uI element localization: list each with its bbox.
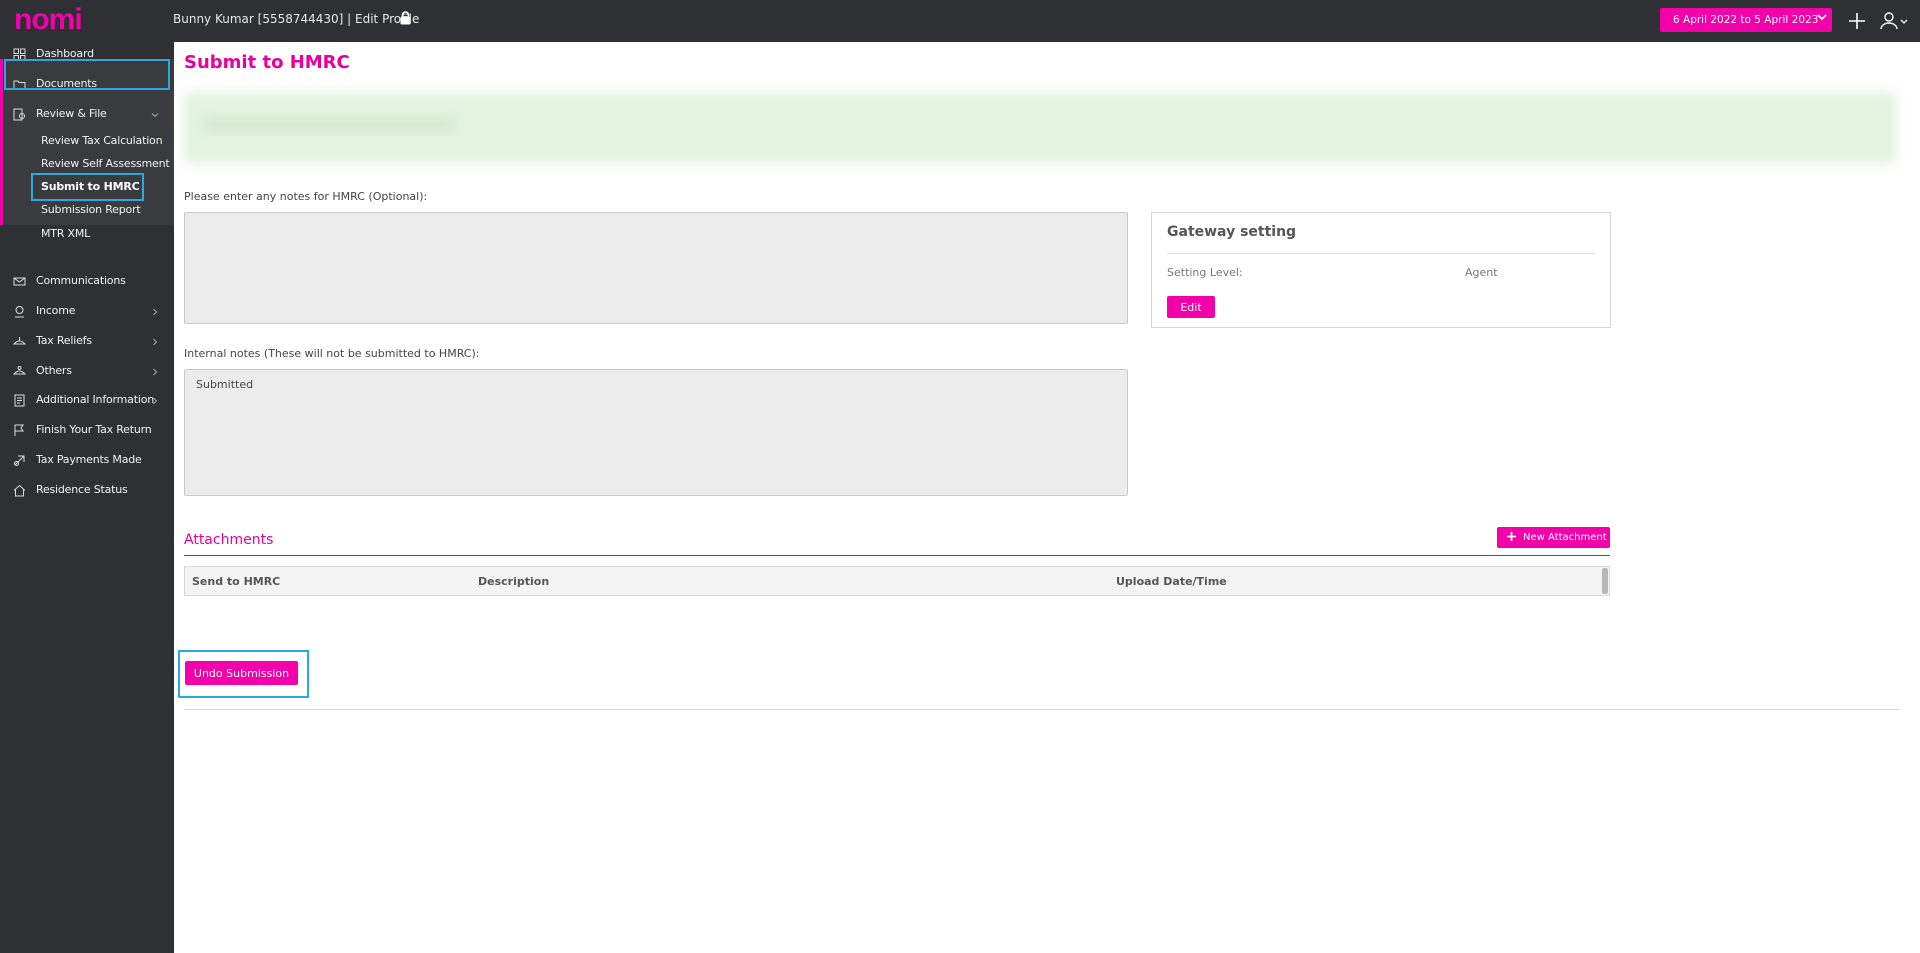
attachments-title: Attachments bbox=[184, 532, 274, 548]
sidebar-item-tax-reliefs[interactable]: Tax Reliefs bbox=[0, 329, 174, 355]
column-header-send-to-hmrc[interactable]: Send to HMRC bbox=[192, 575, 280, 588]
sidebar-item-label: Residence Status bbox=[36, 483, 128, 496]
nomi-logo[interactable]: nomi bbox=[14, 3, 83, 37]
attachments-table-header: Send to HMRC Description Upload Date/Tim… bbox=[184, 566, 1610, 596]
sidebar-item-label: Finish Your Tax Return bbox=[36, 423, 152, 436]
others-icon bbox=[13, 366, 26, 375]
review-icon bbox=[13, 108, 25, 121]
gateway-edit-button[interactable]: Edit bbox=[1167, 296, 1215, 318]
sidebar-item-others[interactable]: Others bbox=[0, 359, 174, 385]
sidebar-item-income[interactable]: Income bbox=[0, 299, 174, 325]
sidebar-item-tax-payments-made[interactable]: Tax Payments Made bbox=[0, 448, 174, 474]
user-menu-icon[interactable] bbox=[1880, 12, 1910, 30]
chevron-down-icon bbox=[1817, 14, 1827, 21]
sidebar-item-additional-information[interactable]: Additional Information bbox=[0, 388, 174, 414]
sidebar-item-residence-status[interactable]: Residence Status bbox=[0, 478, 174, 504]
sidebar-sub-item-review-self-assessment[interactable]: Review Self Assessment bbox=[41, 157, 170, 170]
internal-notes-label: Internal notes (These will not be submit… bbox=[184, 347, 480, 360]
sidebar-item-communications[interactable]: Communications bbox=[0, 269, 174, 295]
column-header-description[interactable]: Description bbox=[478, 575, 549, 588]
flag-icon bbox=[14, 424, 24, 436]
divider bbox=[1167, 253, 1595, 254]
sidebar-item-review-file[interactable]: Review & File bbox=[0, 102, 174, 128]
page-title: Submit to HMRC bbox=[184, 52, 350, 73]
lock-icon bbox=[400, 11, 411, 25]
hmrc-notes-field[interactable] bbox=[184, 212, 1128, 324]
chevron-right-icon bbox=[153, 338, 158, 346]
communications-icon bbox=[13, 277, 26, 286]
payments-icon bbox=[14, 455, 25, 466]
home-icon bbox=[13, 484, 26, 497]
chevron-right-icon bbox=[153, 368, 158, 376]
internal-notes-field[interactable]: Submitted bbox=[184, 369, 1128, 496]
tax-year-select[interactable]: 6 April 2022 to 5 April 2023 bbox=[1660, 8, 1832, 32]
gateway-setting-panel: Gateway setting Setting Level: Agent Edi… bbox=[1151, 212, 1611, 328]
additional-info-icon bbox=[14, 394, 25, 407]
top-bar: nomi Bunny Kumar [5558744430] | Edit Pro… bbox=[0, 0, 1920, 42]
sidebar-item-label: Others bbox=[36, 364, 72, 377]
chevron-right-icon bbox=[153, 308, 158, 316]
active-sub-item-outline bbox=[31, 173, 144, 201]
attachments-divider bbox=[184, 555, 1610, 556]
status-banner bbox=[184, 92, 1896, 164]
gateway-setting-title: Gateway setting bbox=[1167, 224, 1297, 240]
user-profile-title[interactable]: Bunny Kumar [5558744430] | Edit Profile bbox=[173, 12, 419, 26]
sidebar-sub-item-submission-report[interactable]: Submission Report bbox=[41, 203, 141, 216]
sidebar-item-label: Additional Information bbox=[36, 393, 154, 406]
table-scrollbar[interactable] bbox=[1602, 568, 1608, 594]
chevron-right-icon bbox=[153, 397, 158, 405]
sidebar-item-label: Income bbox=[36, 304, 76, 317]
income-icon bbox=[15, 306, 24, 318]
sidebar-sub-item-review-tax-calculation[interactable]: Review Tax Calculation bbox=[41, 134, 163, 147]
new-attachment-label: New Attachment bbox=[1523, 532, 1607, 543]
new-attachment-button[interactable]: New Attachment bbox=[1497, 527, 1610, 548]
plus-icon bbox=[1507, 532, 1516, 541]
setting-level-label: Setting Level: bbox=[1167, 266, 1243, 279]
add-icon[interactable] bbox=[1848, 12, 1866, 30]
chevron-down-icon bbox=[151, 113, 159, 118]
review-file-focus-outline bbox=[4, 59, 170, 90]
sidebar-item-label: Tax Reliefs bbox=[36, 334, 92, 347]
hmrc-notes-label: Please enter any notes for HMRC (Optiona… bbox=[184, 190, 428, 203]
sidebar-item-label: Review & File bbox=[36, 107, 107, 120]
tax-year-value: 6 April 2022 to 5 April 2023 bbox=[1673, 14, 1819, 26]
sidebar-item-finish-your-tax-return[interactable]: Finish Your Tax Return bbox=[0, 418, 174, 444]
sidebar-sub-item-mtr-xml[interactable]: MTR XML bbox=[41, 227, 90, 240]
sidebar-item-label: Communications bbox=[36, 274, 126, 287]
column-header-upload-date-time[interactable]: Upload Date/Time bbox=[1116, 575, 1227, 588]
tax-reliefs-icon bbox=[13, 337, 26, 345]
sidebar-item-label: Tax Payments Made bbox=[36, 453, 142, 466]
status-banner-text bbox=[204, 119, 454, 131]
divider bbox=[184, 709, 1900, 710]
setting-level-value: Agent bbox=[1465, 266, 1498, 279]
undo-submission-button[interactable]: Undo Submission bbox=[185, 661, 298, 685]
